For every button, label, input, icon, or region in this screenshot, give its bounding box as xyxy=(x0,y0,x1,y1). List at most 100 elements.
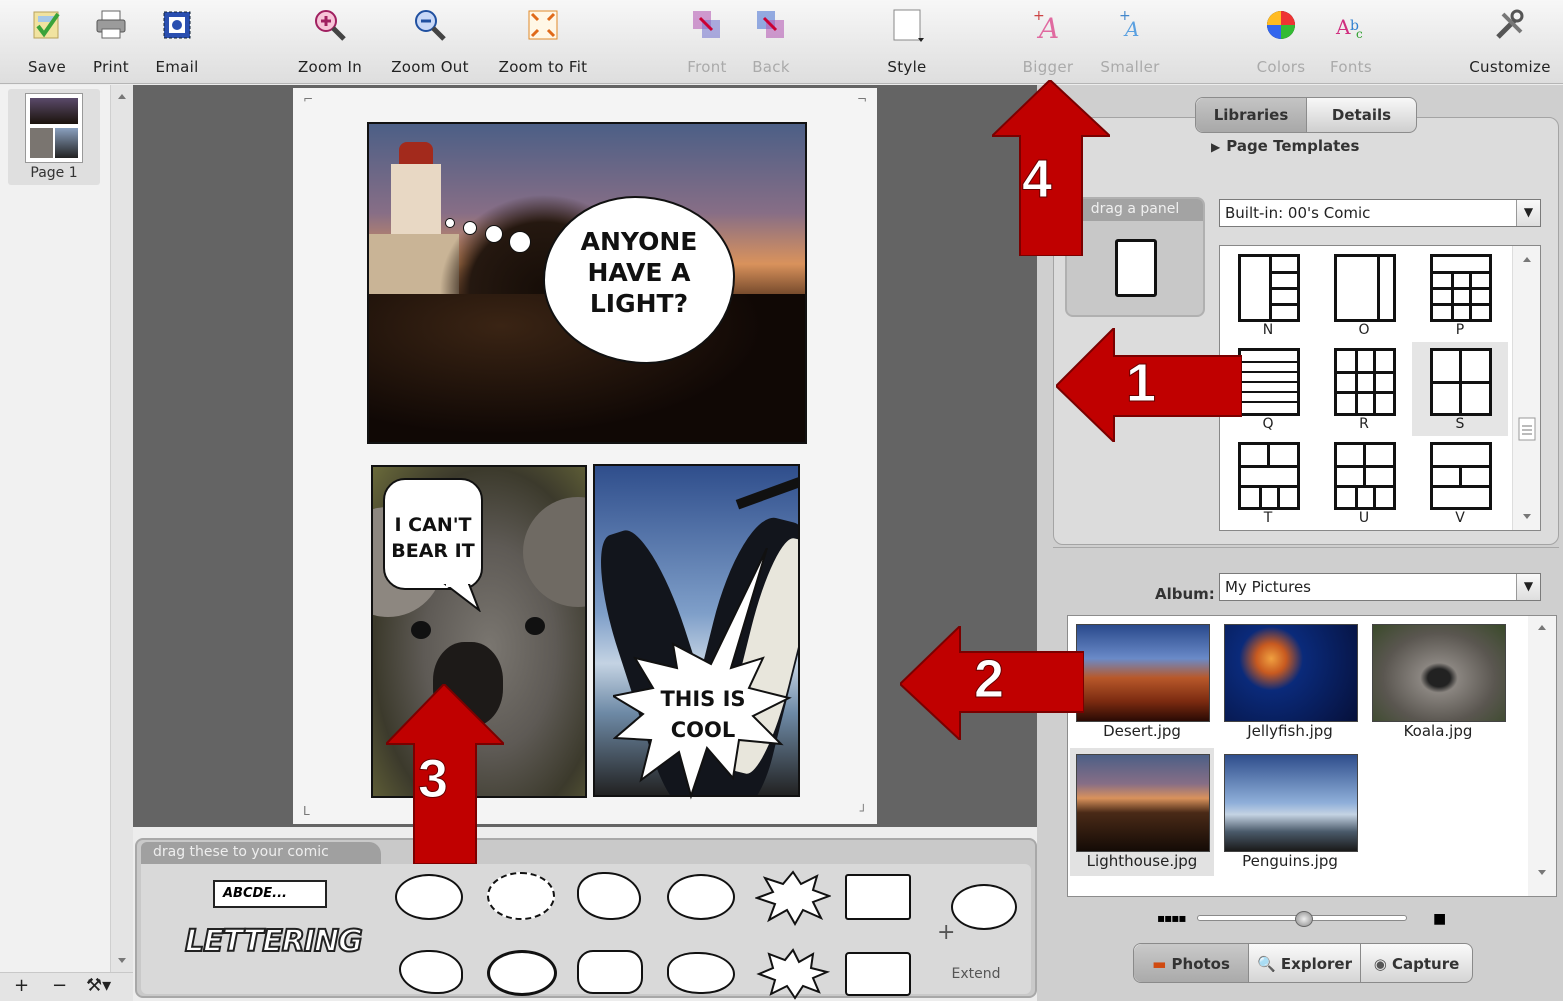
zoom-out-button[interactable]: Zoom Out xyxy=(385,8,475,76)
tab-explorer[interactable]: 🔍 Explorer xyxy=(1248,944,1360,982)
tab-capture[interactable]: ◉ Capture xyxy=(1360,944,1472,982)
photo-jellyfish[interactable]: Jellyfish.jpg xyxy=(1218,618,1362,746)
page-thumbnail-strip: Page 1 xyxy=(0,85,133,972)
speech-balloon-bumpy[interactable] xyxy=(399,950,463,994)
annotation-label-3: 3 xyxy=(417,749,449,810)
template-grid: N O P Q R S T U V xyxy=(1219,245,1541,531)
speech-balloon-dashed[interactable] xyxy=(487,872,555,920)
page-thumbnail[interactable]: Page 1 xyxy=(8,89,100,185)
speech-balloon-rounded[interactable] xyxy=(577,950,643,994)
lettering-element[interactable]: LETTERING xyxy=(184,923,364,974)
template-set-select[interactable]: Built-in: 00's Comic ▼ xyxy=(1219,199,1541,227)
toolbar: Save Print Email Zoom In Zoom Out Zoom t… xyxy=(0,0,1563,84)
thumbnail-column: Page 1 xyxy=(0,85,110,972)
customize-button[interactable]: Customize xyxy=(1462,8,1558,76)
speech-balloon-wide[interactable] xyxy=(667,874,735,920)
small-thumbs-icon[interactable]: ▪▪▪▪ xyxy=(1157,911,1187,925)
extend-button[interactable]: + Extend xyxy=(931,872,1021,992)
tab-libraries[interactable]: Libraries xyxy=(1196,98,1306,132)
template-layout-icon xyxy=(1430,254,1492,322)
template-scrollbar[interactable] xyxy=(1512,246,1540,530)
thought-bubble-anyone[interactable]: ANYONE HAVE A LIGHT? xyxy=(543,196,735,364)
printer-icon xyxy=(96,10,126,39)
template-S[interactable]: S xyxy=(1412,342,1508,436)
template-P[interactable]: P xyxy=(1412,248,1508,342)
comic-page[interactable]: ⌐ ¬ L ┘ ANYONE HAVE A LIGHT? I CAN'T BEA… xyxy=(293,88,877,824)
email-button[interactable]: Email xyxy=(150,8,204,76)
save-button[interactable]: Save xyxy=(24,8,70,76)
template-T[interactable]: T xyxy=(1220,436,1316,530)
page-templates-header[interactable]: ▶ Page Templates xyxy=(1211,137,1359,155)
slider-knob[interactable] xyxy=(1295,911,1313,927)
fonts-button[interactable]: Abc Fonts xyxy=(1326,8,1376,76)
template-layout-icon xyxy=(1334,254,1396,322)
photo-desert[interactable]: Desert.jpg xyxy=(1070,618,1214,746)
speech-balloon-oval[interactable] xyxy=(395,874,463,920)
zoom-in-button[interactable]: Zoom In xyxy=(292,8,368,76)
smaller-button[interactable]: A + Smaller xyxy=(1094,8,1166,76)
scroll-arrows-icon xyxy=(118,94,126,963)
template-layout-icon xyxy=(1334,348,1396,416)
photo-lighthouse[interactable]: Lighthouse.jpg xyxy=(1070,748,1214,876)
svg-text:+: + xyxy=(1119,8,1131,24)
template-layout-icon xyxy=(1430,442,1492,510)
photo-browser: Desert.jpg Jellyfish.jpg Koala.jpg Light… xyxy=(1067,615,1557,897)
template-O[interactable]: O xyxy=(1316,248,1412,342)
photo-thumbnail xyxy=(1076,754,1210,852)
photo-scrollbar[interactable] xyxy=(1528,616,1556,896)
caption-box-tail[interactable] xyxy=(845,952,911,996)
zoom-to-fit-button[interactable]: Zoom to Fit xyxy=(492,8,594,76)
caption-box[interactable] xyxy=(845,874,911,920)
photo-koala[interactable]: Koala.jpg xyxy=(1366,618,1510,746)
photo-thumbnail xyxy=(1372,624,1506,722)
comic-life-window: Save Print Email Zoom In Zoom Out Zoom t… xyxy=(0,0,1563,1001)
template-layout-icon xyxy=(1238,348,1300,416)
thought-balloon[interactable] xyxy=(577,872,641,920)
photo-thumbnail xyxy=(1224,754,1358,852)
template-R[interactable]: R xyxy=(1316,342,1412,436)
speech-balloon-scalloped[interactable] xyxy=(487,950,557,996)
template-layout-icon xyxy=(1430,348,1492,416)
svg-text:A: A xyxy=(1335,15,1351,39)
colors-button[interactable]: Colors xyxy=(1250,8,1312,76)
shout-bubble-cool[interactable] xyxy=(613,548,793,808)
photo-thumbnail xyxy=(1076,624,1210,722)
bubble-tail xyxy=(443,584,481,612)
email-stamp-icon xyxy=(163,11,191,39)
shout-balloon[interactable] xyxy=(755,870,831,926)
zoom-fit-icon xyxy=(528,10,558,40)
plus-icon: + xyxy=(937,920,956,945)
photos-icon: ▬ xyxy=(1152,955,1167,973)
zoom-out-icon xyxy=(415,10,446,41)
remove-page-button[interactable]: − xyxy=(52,975,67,996)
print-button[interactable]: Print xyxy=(88,8,134,76)
photo-penguins[interactable]: Penguins.jpg xyxy=(1218,748,1362,876)
lettering-tray: drag these to your comic ABCDE... LETTER… xyxy=(135,838,1037,1001)
whisper-balloon[interactable] xyxy=(667,952,735,994)
template-V[interactable]: V xyxy=(1412,436,1508,530)
scroll-arrows-icon xyxy=(1538,625,1546,875)
bring-front-button[interactable]: Front xyxy=(682,8,732,76)
page-thumbnail-label: Page 1 xyxy=(30,165,78,181)
bigger-button[interactable]: A + Bigger xyxy=(1018,8,1078,76)
zoom-in-icon xyxy=(315,10,346,41)
caption-element[interactable]: ABCDE... xyxy=(213,880,327,908)
tab-photos[interactable]: ▬ Photos xyxy=(1134,944,1248,982)
tab-details[interactable]: Details xyxy=(1306,98,1416,132)
send-back-button[interactable]: Back xyxy=(748,8,794,76)
annotation-label-1: 1 xyxy=(1125,353,1157,414)
color-wheel-icon xyxy=(1267,11,1295,39)
source-tabs: ▬ Photos 🔍 Explorer ◉ Capture xyxy=(1133,943,1473,983)
annotation-label-4: 4 xyxy=(1021,149,1053,210)
page-tools-button[interactable]: ⚒▾ xyxy=(86,975,111,996)
style-button[interactable]: Style xyxy=(880,8,934,76)
add-page-button[interactable]: + xyxy=(14,975,29,996)
page-thumbnail-image xyxy=(25,93,83,163)
burst-balloon[interactable] xyxy=(755,946,831,1001)
template-layout-icon xyxy=(1238,442,1300,510)
large-thumbs-icon[interactable]: ■ xyxy=(1433,911,1446,927)
speech-bubble-bear[interactable]: I CAN'T BEAR IT xyxy=(383,478,483,590)
template-U[interactable]: U xyxy=(1316,436,1412,530)
thumbnail-scrollbar[interactable] xyxy=(110,85,133,972)
album-select[interactable]: My Pictures ▼ xyxy=(1219,573,1541,601)
